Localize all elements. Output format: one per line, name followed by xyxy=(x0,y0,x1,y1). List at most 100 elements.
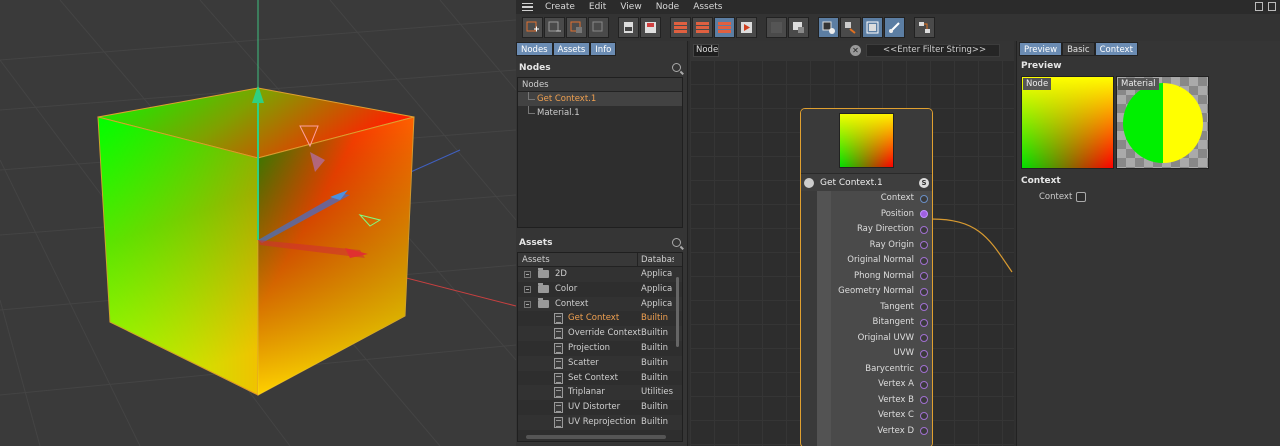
asset-row[interactable]: Get Context Builtin xyxy=(518,311,682,326)
port-connector-icon[interactable] xyxy=(920,427,928,435)
asset-row[interactable]: 2D Applica xyxy=(518,267,682,282)
group-node-button[interactable] xyxy=(566,17,587,38)
tool-button[interactable] xyxy=(884,17,905,38)
port-connector-icon[interactable] xyxy=(920,334,928,342)
tab-info[interactable]: Info xyxy=(590,42,617,56)
menu-create[interactable]: Create xyxy=(538,0,582,14)
3d-viewport[interactable] xyxy=(0,0,516,446)
expand-icon[interactable] xyxy=(524,271,531,278)
output-port[interactable]: Context xyxy=(817,191,932,207)
arrange-button[interactable] xyxy=(914,17,935,38)
clear-filter-icon[interactable]: ✕ xyxy=(850,45,861,56)
assets-search-icon[interactable] xyxy=(672,238,681,247)
output-port[interactable]: UVW xyxy=(817,346,932,362)
menu-view[interactable]: View xyxy=(613,0,648,14)
menu-edit[interactable]: Edit xyxy=(582,0,613,14)
collapse-icon[interactable] xyxy=(524,300,531,308)
node-graph-canvas[interactable]: Get Context.1 S Context Position Ray Direc… xyxy=(690,60,1014,446)
asset-row[interactable]: Context Applica xyxy=(518,296,682,312)
port-connector-icon[interactable] xyxy=(920,272,928,280)
output-port[interactable]: Barycentric xyxy=(817,362,932,378)
frame-button[interactable] xyxy=(766,17,787,38)
asset-row[interactable]: Triplanar Utilities xyxy=(518,385,682,401)
output-port[interactable]: Ray Origin xyxy=(817,238,932,254)
port-connector-icon[interactable] xyxy=(920,241,928,249)
ungroup-node-button[interactable] xyxy=(588,17,609,38)
output-port[interactable]: Geometry Normal xyxy=(817,284,932,300)
asset-row[interactable]: Color Applica xyxy=(518,282,682,297)
context-checkbox[interactable] xyxy=(1076,192,1086,202)
asset-row[interactable]: UV Reprojection Builtin xyxy=(518,414,682,430)
save-button[interactable] xyxy=(640,17,661,38)
tab-assets[interactable]: Assets xyxy=(552,42,591,56)
port-connector-icon[interactable] xyxy=(920,318,928,327)
port-label: Context xyxy=(880,193,914,203)
assets-horizontal-scrollbar[interactable] xyxy=(526,435,666,439)
port-connector-icon[interactable] xyxy=(920,194,928,203)
tree-item-material[interactable]: Material.1 xyxy=(518,106,682,120)
port-label: Vertex D xyxy=(877,425,914,436)
play-button[interactable] xyxy=(736,17,757,38)
output-port[interactable]: Original Normal xyxy=(817,253,932,269)
window-layout-icon[interactable] xyxy=(1268,2,1276,11)
port-label: Vertex B xyxy=(878,394,914,405)
node-path-field[interactable]: Node xyxy=(693,44,719,57)
output-port[interactable]: Vertex A xyxy=(817,377,932,393)
expand-icon[interactable] xyxy=(524,285,531,293)
port-connector-icon[interactable] xyxy=(920,411,928,420)
tab-context[interactable]: Context xyxy=(1094,42,1138,56)
tab-preview[interactable]: Preview xyxy=(1019,42,1063,56)
asset-row[interactable]: Scatter Builtin xyxy=(518,355,682,371)
port-label: Ray Origin xyxy=(869,239,914,250)
output-port[interactable]: Vertex C xyxy=(817,408,932,424)
port-connector-icon[interactable] xyxy=(920,396,928,404)
output-port[interactable]: Phong Normal xyxy=(817,269,932,285)
port-connector-icon[interactable] xyxy=(920,225,928,234)
output-port[interactable]: Original UVW xyxy=(817,331,932,347)
get-context-node[interactable]: Get Context.1 S Context Position Ray Direc… xyxy=(800,108,933,446)
output-port[interactable]: Ray Direction xyxy=(817,222,932,238)
tab-basic[interactable]: Basic xyxy=(1062,42,1095,56)
menu-node[interactable]: Node xyxy=(649,0,687,14)
node-preview-button[interactable] xyxy=(862,17,883,38)
tab-nodes[interactable]: Nodes xyxy=(516,42,553,56)
panel-toggle-icon[interactable] xyxy=(1255,2,1263,11)
output-port[interactable]: Tangent xyxy=(817,300,932,316)
filter-input[interactable]: <<Enter Filter String>> xyxy=(866,44,1000,57)
database-column-header[interactable]: Database xyxy=(638,253,674,266)
asset-database: Applica xyxy=(641,298,673,309)
port-connector-icon[interactable] xyxy=(920,349,928,358)
connect-button[interactable] xyxy=(840,17,861,38)
port-connector-icon[interactable] xyxy=(920,380,928,389)
assets-vertical-scrollbar[interactable] xyxy=(675,269,681,439)
nodes-search-icon[interactable] xyxy=(672,63,681,72)
port-connector-icon[interactable] xyxy=(920,303,928,311)
port-connector-icon[interactable] xyxy=(920,287,928,296)
output-port[interactable]: Vertex D xyxy=(817,424,932,440)
asset-row[interactable]: UV Distorter Builtin xyxy=(518,400,682,415)
port-connector-icon[interactable] xyxy=(920,365,928,373)
load-button[interactable] xyxy=(618,17,639,38)
remove-node-button[interactable] xyxy=(544,17,565,38)
preview-button[interactable] xyxy=(788,17,809,38)
layout-button-2[interactable] xyxy=(692,17,713,38)
output-port[interactable]: Position xyxy=(817,207,932,223)
add-node-button[interactable] xyxy=(522,17,543,38)
output-port[interactable]: Bitangent xyxy=(817,315,932,331)
menu-assets[interactable]: Assets xyxy=(686,0,729,14)
layout-button-1[interactable] xyxy=(670,17,691,38)
output-port[interactable]: Vertex B xyxy=(817,393,932,409)
port-connector-icon[interactable] xyxy=(920,210,928,218)
tree-item-get-context[interactable]: Get Context.1 xyxy=(518,92,682,106)
solo-badge-icon[interactable]: S xyxy=(919,178,929,188)
assets-column-header[interactable]: Assets xyxy=(518,253,638,266)
hamburger-menu-icon[interactable] xyxy=(516,0,538,14)
asset-row[interactable]: Set Context Builtin xyxy=(518,371,682,386)
layout-button-3[interactable] xyxy=(714,17,735,38)
asset-row[interactable]: Override Context Builtin xyxy=(518,326,682,341)
node-title-bar[interactable]: Get Context.1 S xyxy=(801,173,932,191)
port-connector-icon[interactable] xyxy=(920,256,928,265)
solo-button[interactable] xyxy=(818,17,839,38)
assets-table-header: Assets Database xyxy=(518,253,682,267)
asset-row[interactable]: Projection Builtin xyxy=(518,341,682,356)
